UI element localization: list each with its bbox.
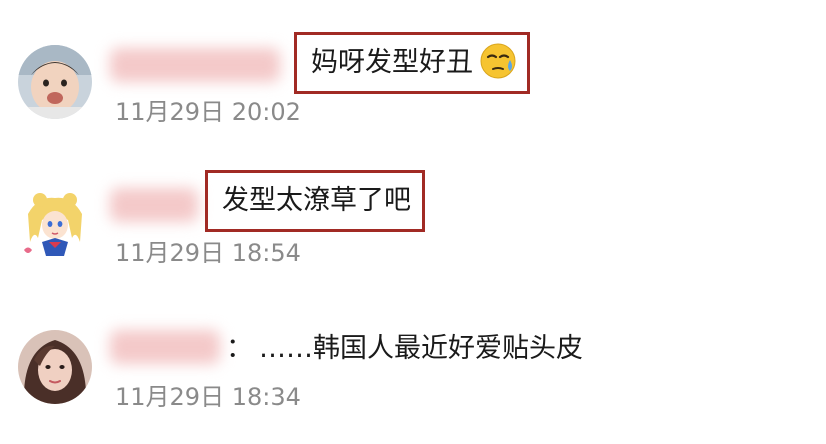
comment-text-line: ： ……韩国人最近好爱贴头皮 [226, 332, 583, 366]
woman-avatar-icon [18, 330, 92, 404]
avatar[interactable] [18, 190, 92, 264]
comment-item: 妈呀发型好丑 11月29日 20:02 [0, 0, 826, 140]
sailor-moon-avatar-icon [18, 190, 92, 264]
comment-text: 妈呀发型好丑 [311, 47, 473, 78]
sweat-face-emoji-icon [479, 42, 517, 84]
comment-timestamp: 11月29日 18:54 [115, 239, 301, 267]
username-blurred[interactable] [110, 48, 280, 82]
comment-highlight-box: 发型太潦草了吧 [205, 170, 425, 232]
comment-text: 发型太潦草了吧 [222, 185, 411, 216]
username-blurred[interactable] [110, 188, 198, 222]
baby-avatar-icon [18, 45, 92, 119]
comment-highlight-box: 妈呀发型好丑 [294, 32, 530, 94]
comment-item: 发型太潦草了吧 11月29日 18:54 [0, 140, 826, 290]
avatar[interactable] [18, 45, 92, 119]
comment-item: ： ……韩国人最近好爱贴头皮 11月29日 18:34 [0, 290, 826, 444]
comment-timestamp: 11月29日 20:02 [115, 98, 301, 126]
avatar[interactable] [18, 330, 92, 404]
username-blurred[interactable] [110, 330, 220, 364]
comment-separator: ： [226, 333, 253, 364]
comment-timestamp: 11月29日 18:34 [115, 383, 301, 411]
comment-text: ……韩国人最近好爱贴头皮 [259, 333, 583, 364]
